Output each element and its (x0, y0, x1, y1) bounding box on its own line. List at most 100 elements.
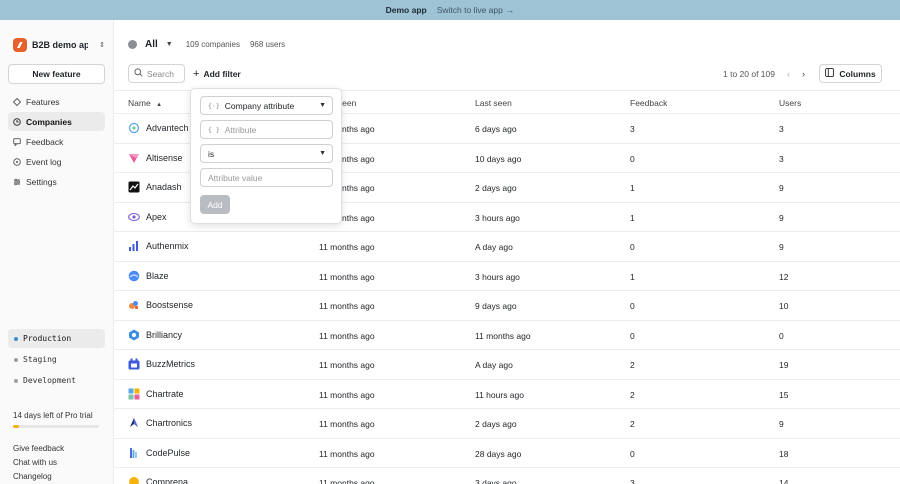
table-row[interactable]: Chartrate 11 months ago 11 hours ago 2 15 (114, 380, 900, 409)
last-seen-cell: 10 days ago (475, 153, 522, 164)
table-row[interactable]: Authenmix 11 months ago A day ago 0 9 (114, 232, 900, 262)
sidebar-item-settings[interactable]: Settings (8, 172, 105, 191)
first-seen-cell: 11 months ago (319, 330, 375, 341)
chevron-left-icon[interactable]: ‹ (787, 69, 790, 79)
env-staging[interactable]: Staging (8, 350, 105, 369)
columns-button[interactable]: Columns (819, 64, 882, 83)
chevron-right-icon[interactable]: › (802, 69, 805, 79)
first-seen-cell: 11 months ago (319, 301, 375, 311)
company-name: CodePulse (146, 447, 191, 458)
users-cell: 10 (779, 301, 789, 311)
table-row[interactable]: Brilliancy 11 months ago 11 months ago 0 0 (114, 321, 900, 350)
company-name-cell[interactable]: Brilliancy (128, 329, 182, 341)
switch-to-live-link[interactable]: Switch to live app → (437, 5, 515, 15)
last-seen-cell: 9 days ago (475, 301, 517, 311)
company-name-cell[interactable]: Advantech (128, 122, 189, 134)
sidebar-item-features[interactable]: Features (8, 92, 105, 111)
trial-status[interactable]: 14 days left of Pro trial (13, 411, 103, 428)
new-feature-button[interactable]: New feature (8, 64, 105, 84)
search-input[interactable]: Search (128, 64, 185, 83)
add-filter-button[interactable]: + Add filter (193, 67, 241, 81)
company-name-cell[interactable]: Apex (128, 211, 167, 223)
users-cell: 3 (779, 124, 784, 134)
segment-color-icon (128, 39, 137, 49)
env-production[interactable]: Production (8, 329, 105, 348)
attribute-placeholder: Attribute (224, 124, 257, 135)
first-seen-cell: 11 months ago (319, 419, 375, 429)
sidebar-item-feedback[interactable]: Feedback (8, 132, 105, 151)
trial-progress-fill (13, 425, 20, 428)
company-name: Chartrate (146, 388, 184, 399)
trial-progress-bar (13, 425, 99, 428)
company-name: Altisense (146, 152, 183, 163)
segment-selector[interactable]: All (145, 39, 158, 50)
sidebar-item-event-log[interactable]: Event log (8, 152, 105, 171)
org-switcher[interactable]: B2B demo app ⇕ (13, 37, 105, 52)
company-name: Chartronics (146, 418, 193, 428)
chat-with-us-link[interactable]: Chat with us (13, 456, 64, 470)
sidebar-item-companies[interactable]: Companies (8, 112, 105, 131)
column-header-name[interactable]: Name ▲ (128, 98, 162, 108)
env-development[interactable]: Development (8, 371, 105, 390)
company-name-cell[interactable]: Boostsense (128, 299, 193, 311)
attribute-value-input[interactable]: Attribute value (200, 168, 333, 187)
company-name-cell[interactable]: Authenmix (128, 240, 189, 252)
company-name-cell[interactable]: Blaze (128, 270, 169, 282)
company-name: Comprena (146, 477, 189, 484)
table-row[interactable]: Boostsense 11 months ago 9 days ago 0 10 (114, 291, 900, 321)
company-logo-icon (128, 211, 140, 223)
users-cell: 9 (779, 212, 784, 223)
last-seen-cell: 11 hours ago (475, 389, 524, 400)
company-name-cell[interactable]: Comprena (128, 476, 188, 484)
column-header-last-seen[interactable]: Last seen (475, 98, 512, 108)
add-filter-submit-button[interactable]: Add (200, 195, 230, 214)
company-logo-icon (128, 329, 140, 341)
operator-select[interactable]: is ▼ (200, 144, 333, 163)
company-name-cell[interactable]: Anadash (128, 181, 182, 193)
companies-count: 109 companies (185, 39, 240, 49)
company-name-cell[interactable]: CodePulse (128, 447, 190, 459)
feedback-cell: 0 (630, 448, 635, 459)
column-header-feedback[interactable]: Feedback (630, 98, 667, 108)
company-name-cell[interactable]: BuzzMetrics (128, 358, 195, 370)
last-seen-cell: 6 days ago (475, 124, 517, 134)
company-logo-icon (128, 476, 140, 484)
table-row[interactable]: Comprena 11 months ago 3 days ago 3 14 (114, 468, 900, 484)
company-name-cell[interactable]: Chartronics (128, 417, 192, 429)
filter-type-select[interactable]: {·} Company attribute ▼ (200, 96, 333, 115)
pagination: 1 to 20 of 109 ‹ › (723, 69, 805, 79)
sidebar: B2B demo app ⇕ New feature Features Comp… (0, 20, 114, 484)
company-logo-icon (128, 358, 140, 370)
table-row[interactable]: Blaze 11 months ago 3 hours ago 1 12 (114, 262, 900, 291)
attribute-input[interactable]: { } Attribute (200, 120, 333, 139)
env-label: Staging (23, 355, 57, 364)
first-seen-cell: 11 months ago (319, 448, 375, 459)
company-logo-icon (128, 240, 140, 252)
search-placeholder: Search (147, 68, 174, 79)
company-name-cell[interactable]: Altisense (128, 152, 183, 164)
feedback-icon (13, 137, 21, 146)
table-row[interactable]: BuzzMetrics 11 months ago A day ago 2 19 (114, 350, 900, 380)
users-cell: 12 (779, 271, 789, 282)
columns-icon (825, 68, 835, 79)
column-header-users[interactable]: Users (779, 98, 801, 108)
table-row[interactable]: CodePulse 11 months ago 28 days ago 0 18 (114, 439, 900, 468)
company-name: Brilliancy (146, 329, 183, 340)
company-name: Blaze (146, 270, 169, 281)
sidebar-item-label: Settings (26, 176, 57, 187)
changelog-link[interactable]: Changelog (13, 470, 64, 484)
users-cell: 0 (779, 330, 784, 341)
chevron-down-icon[interactable]: ▼ (166, 41, 173, 48)
demo-banner: Demo app Switch to live app → (0, 0, 900, 20)
last-seen-cell: A day ago (475, 242, 513, 252)
users-cell: 9 (779, 183, 784, 193)
company-name-cell[interactable]: Chartrate (128, 388, 184, 400)
give-feedback-link[interactable]: Give feedback (13, 442, 64, 456)
sidebar-footer-links: Give feedback Chat with us Changelog (13, 442, 64, 484)
table-row[interactable]: Chartronics 11 months ago 2 days ago 2 9 (114, 409, 900, 439)
company-logo-icon (128, 152, 140, 164)
org-logo-icon (13, 37, 27, 52)
feedback-cell: 1 (630, 183, 635, 193)
pagination-text: 1 to 20 of 109 (723, 69, 775, 79)
arrow-right-icon: → (505, 5, 515, 15)
